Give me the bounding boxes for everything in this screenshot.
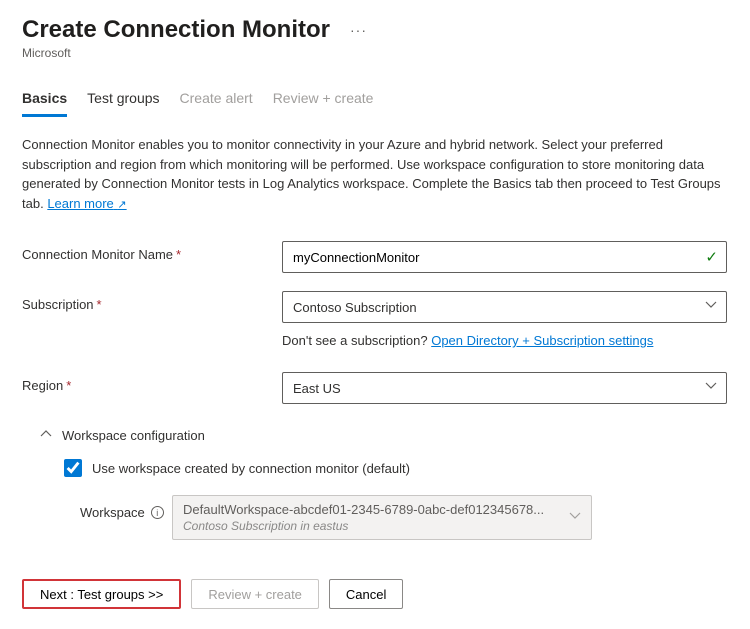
workspace-selected-name: DefaultWorkspace-abcdef01-2345-6789-0abc… — [183, 502, 561, 517]
use-default-workspace-checkbox[interactable] — [64, 459, 82, 477]
learn-more-label: Learn more — [47, 196, 113, 211]
next-button[interactable]: Next : Test groups >> — [22, 579, 181, 609]
learn-more-link[interactable]: Learn more ↗ — [47, 196, 126, 211]
workspace-select: DefaultWorkspace-abcdef01-2345-6789-0abc… — [172, 495, 592, 540]
use-default-workspace-label: Use workspace created by connection moni… — [92, 461, 410, 476]
intro-body: Connection Monitor enables you to monito… — [22, 137, 721, 211]
workspace-config-toggle[interactable]: Workspace configuration — [40, 428, 728, 443]
tab-test-groups[interactable]: Test groups — [87, 82, 159, 116]
subscription-helper: Don't see a subscription? Open Directory… — [282, 333, 727, 348]
region-select[interactable]: East US — [282, 372, 727, 404]
workspace-label: Workspace — [80, 505, 145, 520]
region-value: East US — [293, 381, 341, 396]
info-icon[interactable]: i — [151, 506, 164, 519]
region-label: Region* — [22, 372, 282, 393]
tab-basics[interactable]: Basics — [22, 82, 67, 116]
page-title: Create Connection Monitor — [22, 16, 330, 44]
subscription-select[interactable]: Contoso Subscription — [282, 291, 727, 323]
more-actions-button[interactable]: ··· — [344, 18, 373, 42]
name-label: Connection Monitor Name* — [22, 241, 282, 262]
workspace-selected-sub: Contoso Subscription in eastus — [183, 519, 561, 533]
tab-review-create: Review + create — [273, 82, 374, 116]
workspace-section-title: Workspace configuration — [62, 428, 205, 443]
review-create-button: Review + create — [191, 579, 319, 609]
chevron-up-icon — [40, 428, 52, 443]
open-directory-link[interactable]: Open Directory + Subscription settings — [431, 333, 653, 348]
subscription-label: Subscription* — [22, 291, 282, 312]
footer: Next : Test groups >> Review + create Ca… — [0, 565, 750, 629]
chevron-down-icon — [569, 510, 581, 525]
cancel-button[interactable]: Cancel — [329, 579, 403, 609]
tab-create-alert: Create alert — [180, 82, 253, 116]
connection-monitor-name-input[interactable] — [282, 241, 727, 273]
subscription-value: Contoso Subscription — [293, 300, 417, 315]
external-link-icon: ↗ — [117, 199, 126, 211]
tabs: Basics Test groups Create alert Review +… — [22, 82, 728, 117]
page-subtitle: Microsoft — [22, 46, 728, 60]
intro-text: Connection Monitor enables you to monito… — [22, 135, 728, 213]
